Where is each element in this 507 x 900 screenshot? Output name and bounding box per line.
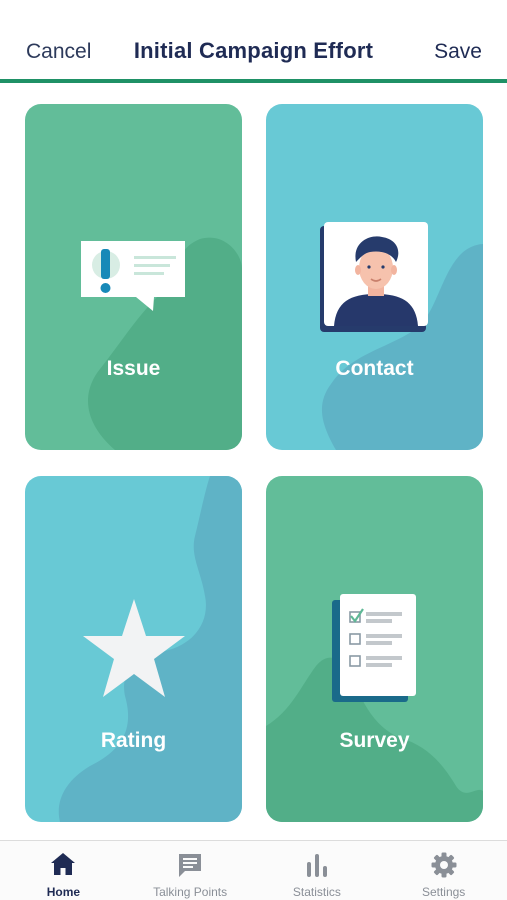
contact-card[interactable]: Contact xyxy=(266,104,483,450)
tab-label: Talking Points xyxy=(153,885,228,899)
card-label: Issue xyxy=(106,357,161,380)
tab-label: Statistics xyxy=(292,885,341,899)
chat-bubble-icon xyxy=(179,854,202,877)
page-title: Initial Campaign Effort xyxy=(133,38,374,63)
issue-card[interactable]: Issue xyxy=(25,104,242,450)
rating-card[interactable]: Rating xyxy=(25,476,242,822)
tab-statistics[interactable]: Statistics xyxy=(254,841,381,900)
save-button[interactable]: Save xyxy=(434,40,482,64)
gear-icon xyxy=(431,852,457,878)
checklist-document-icon xyxy=(332,594,418,707)
alert-speech-bubble-icon xyxy=(79,239,189,320)
tab-settings[interactable]: Settings xyxy=(380,841,507,900)
card-label: Survey xyxy=(339,729,410,752)
tab-label: Settings xyxy=(421,885,466,899)
person-portrait-icon xyxy=(320,222,430,339)
tab-label: Home xyxy=(46,885,81,899)
survey-card[interactable]: Survey xyxy=(266,476,483,822)
star-icon xyxy=(81,599,187,706)
home-icon xyxy=(51,853,76,875)
card-label: Contact xyxy=(335,357,414,380)
tab-home[interactable]: Home xyxy=(0,841,127,900)
top-nav-bar: Cancel Initial Campaign Effort Save xyxy=(0,0,507,83)
tab-talking-points[interactable]: Talking Points xyxy=(127,841,254,900)
bar-chart-icon xyxy=(306,854,327,877)
header-divider xyxy=(0,79,507,83)
card-label: Rating xyxy=(100,729,167,752)
bottom-tab-bar: Home Talking Points Statistics Settings xyxy=(0,840,507,900)
